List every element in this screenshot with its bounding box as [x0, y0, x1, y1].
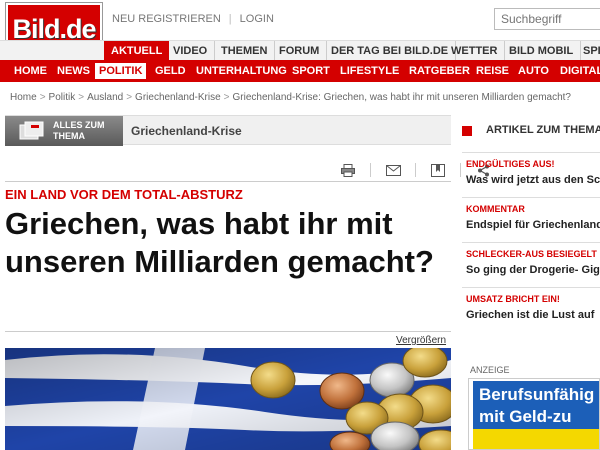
ad-label: ANZEIGE	[470, 365, 510, 375]
related-article-headline: Griechen ist die Lust auf	[466, 309, 595, 321]
tool-divider	[460, 163, 461, 177]
enlarge-link[interactable]: Vergrößern	[396, 335, 446, 346]
nav-item-video[interactable]: VIDEO	[166, 41, 216, 61]
topic-title[interactable]: Griechenland-Krise	[131, 124, 242, 138]
breadcrumb-ausland[interactable]: Ausland	[87, 92, 123, 103]
all-about-topic-button[interactable]: ALLES ZUM THEMA	[5, 116, 123, 146]
ad-yellow-band	[473, 429, 599, 449]
section-home[interactable]: HOME	[10, 63, 51, 79]
related-article-kicker: ENDGÜLTIGES AUS!	[466, 159, 555, 169]
related-article-kicker: KOMMENTAR	[466, 204, 525, 214]
breadcrumb-griechenland-krise[interactable]: Griechenland-Krise	[135, 92, 221, 103]
related-articles-title: ARTIKEL ZUM THEMA	[486, 124, 600, 136]
article-hero-image[interactable]	[5, 348, 451, 450]
link-separator: |	[228, 13, 232, 25]
ad-line1: Berufsunfähig	[479, 385, 595, 404]
top-bar: Bild.de NEU REGISTRIEREN | LOGIN	[0, 0, 600, 56]
tool-divider	[370, 163, 371, 177]
section-lifestyle[interactable]: LIFESTYLE	[336, 63, 403, 79]
theme-bar: ALLES ZUM THEMA Griechenland-Krise	[5, 115, 451, 146]
tool-divider	[415, 163, 416, 177]
nav-item-der-tag[interactable]: DER TAG BEI BILD.DE	[324, 41, 457, 61]
related-article-headline: So ging der Drogerie- Gig	[466, 264, 600, 276]
related-article[interactable]: SCHLECKER-AUS BESIEGELT So ging der Drog…	[462, 242, 600, 286]
breadcrumb-separator: >	[78, 92, 85, 103]
bookmark-icon[interactable]	[430, 163, 446, 177]
euro-coins-greek-flag-image	[5, 348, 451, 450]
divider	[5, 331, 451, 332]
nav-item-spiel[interactable]: SPIEL	[576, 41, 600, 61]
section-sport[interactable]: SPORT	[288, 63, 334, 79]
nav-item-bild-mobil[interactable]: BILD MOBIL	[502, 41, 582, 61]
nav-item-themen[interactable]: THEMEN	[214, 41, 276, 61]
print-icon[interactable]	[340, 163, 356, 177]
nav-item-forum[interactable]: FORUM	[272, 41, 328, 61]
nav-item-aktuell[interactable]: AKTUELL	[104, 41, 170, 61]
section-geld[interactable]: GELD	[151, 63, 190, 79]
related-article[interactable]: KOMMENTAR Endspiel für Griechenland	[462, 197, 600, 241]
breadcrumb-politik[interactable]: Politik	[49, 92, 76, 103]
breadcrumb-home[interactable]: Home	[10, 92, 37, 103]
red-square-icon	[462, 126, 472, 136]
topic-button-line1: ALLES ZUM	[53, 120, 105, 130]
section-nav: HOME NEWS POLITIK GELD UNTERHALTUNG SPOR…	[0, 60, 600, 82]
article-headline: Griechen, was habt ihr mit unseren Milli…	[5, 206, 434, 279]
register-link[interactable]: NEU REGISTRIEREN	[112, 13, 221, 25]
breadcrumb-separator: >	[223, 92, 230, 103]
related-article[interactable]: UMSATZ BRICHT EIN! Griechen ist die Lust…	[462, 287, 600, 331]
topic-button-line2: THEMA	[53, 131, 85, 141]
section-reise[interactable]: REISE	[472, 63, 513, 79]
section-politik[interactable]: POLITIK	[95, 63, 147, 79]
section-auto[interactable]: AUTO	[514, 63, 553, 79]
section-ratgeber[interactable]: RATGEBER	[405, 63, 474, 79]
section-unterhaltung[interactable]: UNTERHALTUNG	[192, 63, 291, 79]
section-digital[interactable]: DIGITAL	[556, 63, 600, 79]
related-article[interactable]: ENDGÜLTIGES AUS! Was wird jetzt aus den …	[462, 152, 600, 196]
related-article-kicker: UMSATZ BRICHT EIN!	[466, 294, 560, 304]
related-article-headline: Was wird jetzt aus den Sch	[466, 174, 600, 186]
nav-item-wetter[interactable]: WETTER	[444, 41, 506, 61]
account-links: NEU REGISTRIEREN | LOGIN	[112, 13, 274, 25]
section-news[interactable]: NEWS	[53, 63, 94, 79]
topic-folder-icon	[19, 121, 44, 140]
breadcrumb-separator: >	[39, 92, 46, 103]
advertisement-banner[interactable]: Berufsunfähig mit Geld-zu	[468, 378, 600, 450]
breadcrumb-separator: >	[126, 92, 133, 103]
breadcrumb-current: Griechenland-Krise: Griechen, was habt i…	[232, 92, 572, 103]
ad-headline: Berufsunfähig mit Geld-zu	[473, 381, 599, 429]
article-kicker: EIN LAND VOR DEM TOTAL-ABSTURZ	[5, 187, 243, 202]
related-articles-header: ARTIKEL ZUM THEMA	[462, 122, 600, 140]
search-input[interactable]	[494, 8, 600, 30]
login-link[interactable]: LOGIN	[240, 13, 274, 25]
related-article-headline: Endspiel für Griechenland	[466, 219, 600, 231]
divider	[5, 181, 451, 182]
ad-line2: mit Geld-zu	[479, 407, 572, 426]
breadcrumb: Home > Politik > Ausland > Griechenland-Krise >…	[10, 92, 571, 103]
related-article-kicker: SCHLECKER-AUS BESIEGELT	[466, 249, 597, 259]
primary-nav: AKTUELL VIDEO THEMEN FORUM DER TAG BEI B…	[0, 40, 600, 61]
email-icon[interactable]	[385, 163, 401, 177]
